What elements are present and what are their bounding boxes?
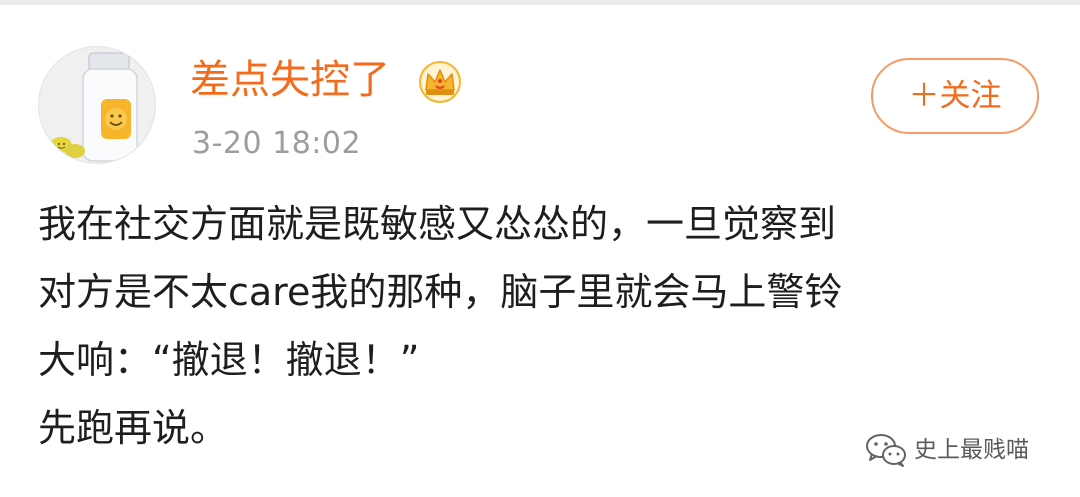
post-body: 我在社交方面就是既敏感又怂怂的，一旦觉察到 对方是不太care我的那种，脑子里就… xyxy=(38,190,1048,462)
watermark: 史上最贱喵 xyxy=(864,430,1029,470)
pill-bottle-icon xyxy=(39,47,155,163)
post-timestamp: 3-20 18:02 xyxy=(192,126,362,161)
post-body-line: 大响：“撤退！撤退！” xyxy=(38,338,420,382)
post-body-line: 对方是不太care我的那种，脑子里就会马上警铃 xyxy=(38,270,843,314)
crown-icon xyxy=(419,61,461,103)
wechat-icon xyxy=(866,434,906,467)
avatar[interactable] xyxy=(38,46,156,164)
username[interactable]: 差点失控了 xyxy=(190,54,390,106)
weibo-post-card: 差点失控了 3-20 18:02 ＋关注 我在社交方面就是既敏感又怂怂的，一旦觉… xyxy=(0,0,1080,497)
watermark-text: 史上最贱喵 xyxy=(914,437,1029,463)
post-body-line: 我在社交方面就是既敏感又怂怂的，一旦觉察到 xyxy=(38,202,837,246)
follow-button[interactable]: ＋关注 xyxy=(871,58,1039,134)
